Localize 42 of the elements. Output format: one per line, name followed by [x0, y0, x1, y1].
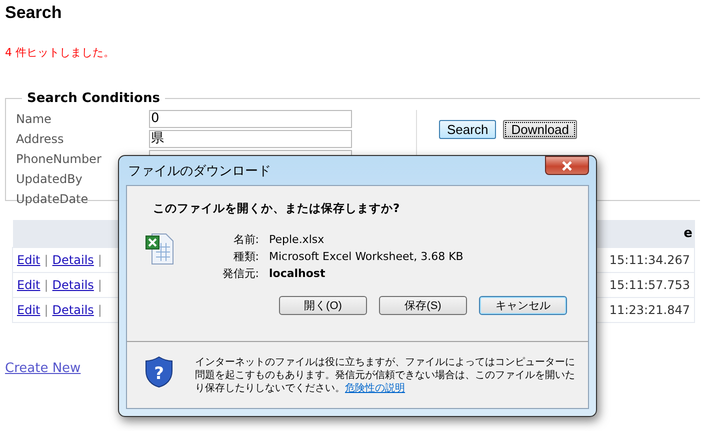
- detail-value: Peple.xlsx: [269, 232, 326, 247]
- detail-value: localhost: [269, 266, 326, 281]
- warning-text: インターネットのファイルは役に立ちますが、ファイルによってはコンピューターに問題を起こすものもあります。発信元が信頼できない場合は、このファイルを開いたり保存したりしないでください。危険性の説明: [195, 356, 576, 395]
- search-button[interactable]: Search: [439, 120, 496, 139]
- detail-label: 発信元:: [221, 266, 259, 281]
- field-label: UpdateDate: [16, 191, 88, 208]
- close-button[interactable]: [545, 156, 589, 175]
- row-link[interactable]: Edit: [17, 278, 40, 292]
- link-separator: |: [98, 253, 102, 267]
- field-label: PhoneNumber: [16, 151, 102, 168]
- row-link[interactable]: Edit: [17, 303, 40, 317]
- field-label: Address: [16, 131, 64, 148]
- detail-label: 名前:: [232, 232, 259, 247]
- close-icon: [561, 160, 573, 170]
- link-separator: |: [44, 253, 48, 267]
- input-field[interactable]: 0: [149, 110, 352, 128]
- row-link[interactable]: Details: [52, 278, 94, 292]
- panel-legend: Search Conditions: [22, 91, 165, 106]
- detail-value: Microsoft Excel Worksheet, 3.68 KB: [269, 249, 464, 264]
- shield-question-icon: ?: [145, 356, 173, 388]
- detail-label: 種類:: [232, 249, 259, 264]
- create-new-link[interactable]: Create New: [5, 361, 81, 376]
- row-link[interactable]: Edit: [17, 253, 40, 267]
- field-label: Name: [16, 111, 52, 128]
- dialog-question: このファイルを開くか、または保存しますか?: [153, 201, 401, 216]
- dialog-button[interactable]: 保存(S): [379, 296, 467, 315]
- dialog-button[interactable]: 開く(O): [279, 296, 367, 315]
- link-separator: |: [98, 303, 102, 317]
- page-title: Search: [5, 4, 63, 24]
- link-separator: |: [44, 303, 48, 317]
- dialog-button[interactable]: キャンセル: [479, 296, 567, 315]
- risk-explanation-link[interactable]: 危険性の説明: [345, 383, 405, 394]
- result-message: 4 件ヒットしました。: [5, 45, 116, 61]
- field-label: UpdatedBy: [16, 171, 82, 188]
- download-button[interactable]: Download: [503, 120, 578, 139]
- dialog-title: ファイルのダウンロード: [127, 162, 271, 180]
- spreadsheet-file-icon: [145, 233, 175, 265]
- input-field[interactable]: 県: [149, 130, 352, 148]
- link-separator: |: [98, 278, 102, 292]
- row-link[interactable]: Details: [52, 253, 94, 267]
- row-link[interactable]: Details: [52, 303, 94, 317]
- link-separator: |: [44, 278, 48, 292]
